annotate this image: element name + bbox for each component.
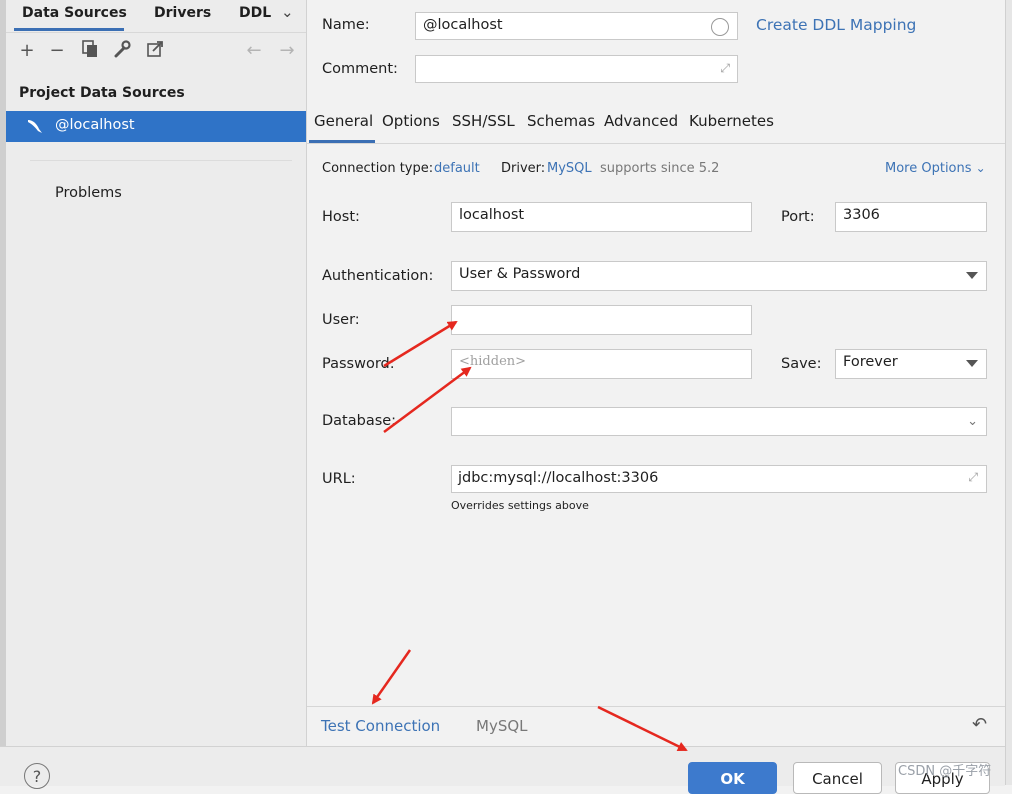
- annotation-arrow: [383, 320, 458, 368]
- annotation-arrows: [371, 320, 688, 752]
- annotation-arrow: [383, 366, 472, 434]
- annotation-arrow: [371, 649, 412, 705]
- annotation-arrow: [597, 705, 688, 752]
